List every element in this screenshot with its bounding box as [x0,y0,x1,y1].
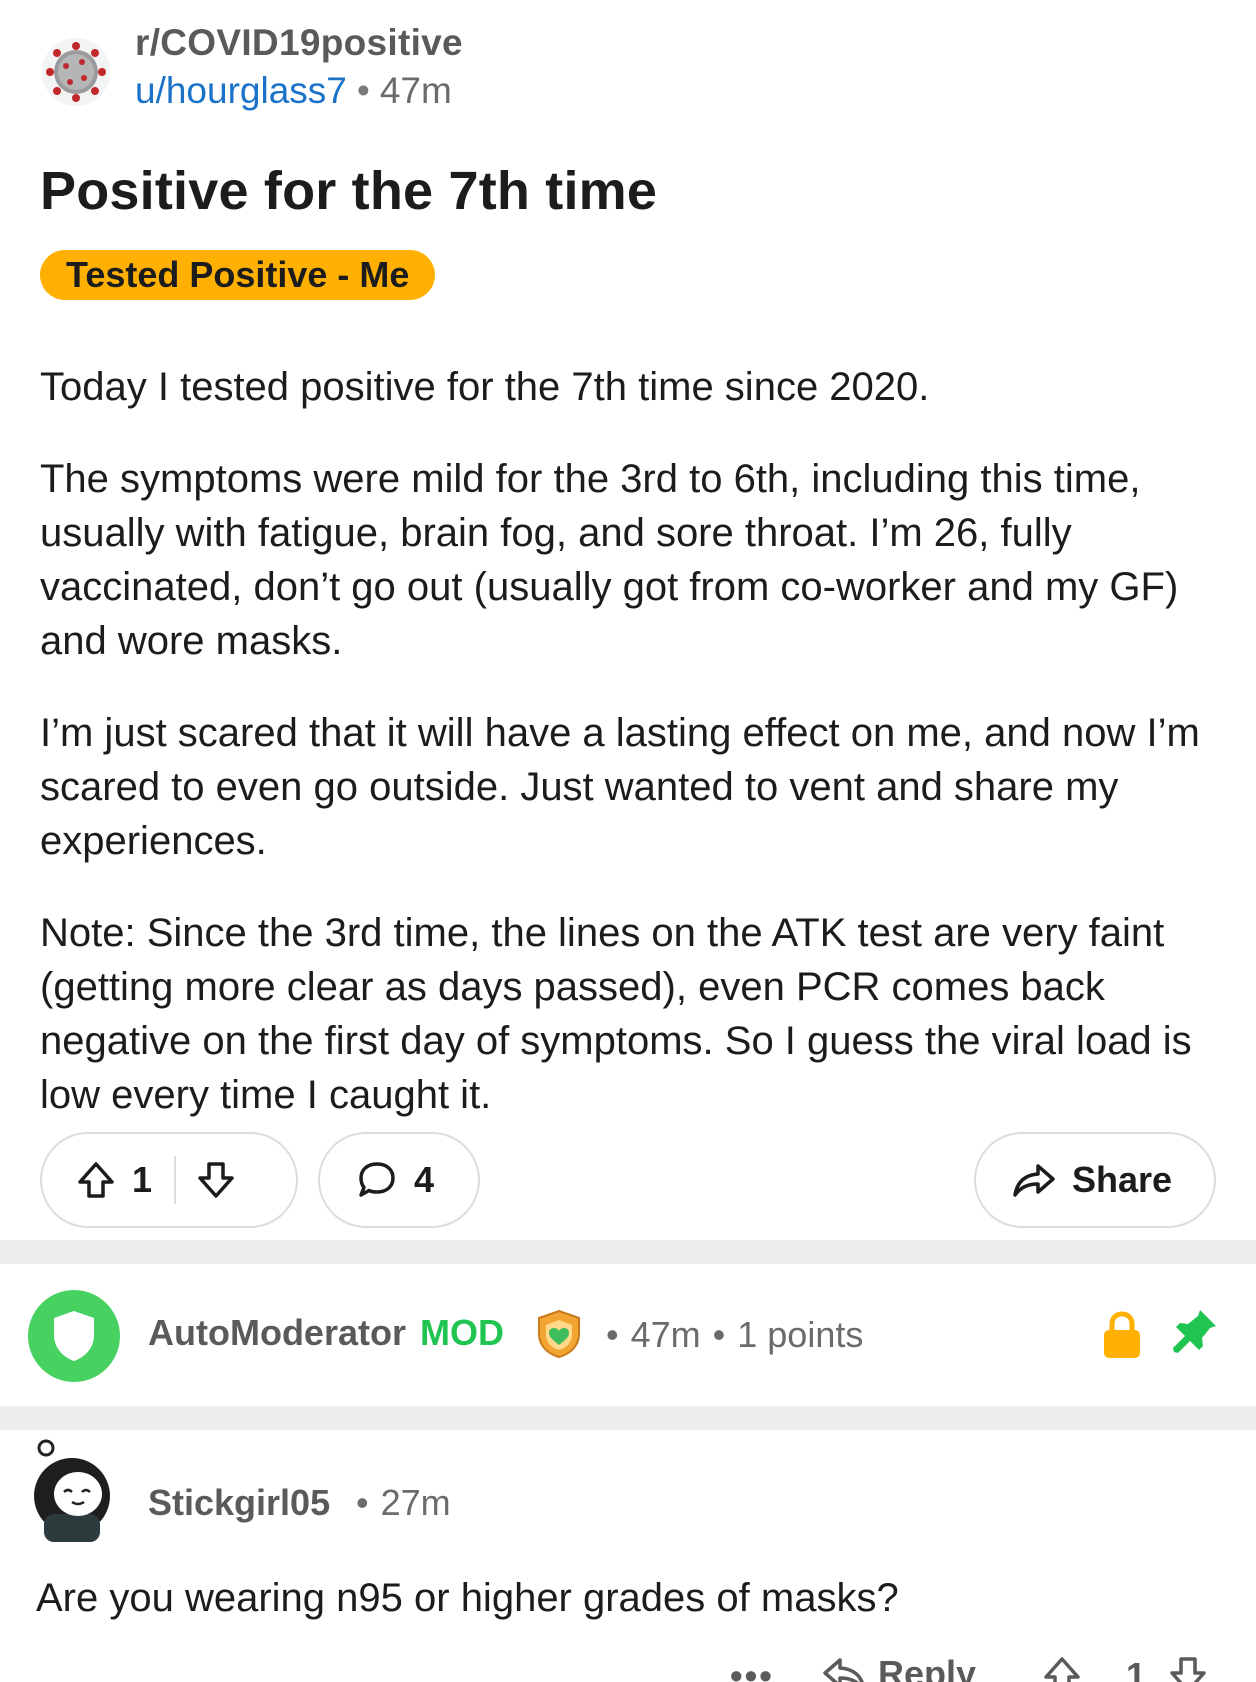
post-author[interactable]: u/hourglass7 [135,70,347,111]
comment-score: 1 [1126,1655,1147,1682]
comment-meta: • 27m [356,1482,451,1524]
vote-count: 1 [132,1159,153,1200]
shield-icon [54,1311,94,1361]
comment-text: Are you wearing n95 or higher grades of … [36,1576,899,1620]
vote-separator [174,1156,177,1204]
automod-avatar [28,1290,120,1382]
post-body: Today I tested positive for the 7th time… [40,360,1220,1160]
comment-bubble-icon [359,1162,395,1197]
section-divider [0,1406,1256,1430]
post-paragraph: I’m just scared that it will have a last… [40,711,1200,863]
comment-actions: ••• Reply 1 [0,1645,1256,1682]
mod-badge-icon [534,1308,584,1365]
automod-name-line: AutoModerator MOD [148,1312,504,1354]
more-options-button[interactable]: ••• [730,1655,774,1682]
mod-label: MOD [419,1312,504,1353]
meta-separator: • [606,1314,619,1355]
reply-label: Reply [878,1653,977,1682]
meta-separator: • [712,1314,726,1355]
automod-comment[interactable]: AutoModerator MOD • 47m • 1 points [0,1264,1256,1406]
post-flair[interactable]: Tested Positive - Me [40,250,436,300]
commenter-avatar[interactable] [26,1438,118,1542]
subreddit-avatar[interactable] [42,38,110,106]
post-age: 47m [379,70,452,111]
upvote-icon [1044,1657,1080,1682]
automod-points: 1 points [737,1314,864,1355]
comment-upvote-button[interactable] [1042,1655,1082,1682]
comment-age: 27m [380,1482,451,1523]
section-divider [0,1240,1256,1264]
post-paragraph: Today I tested positive for the 7th time… [40,365,930,409]
user-comment[interactable]: Stickgirl05 • 27m Are you wearing n95 or … [0,1430,1256,1682]
meta-separator: • [356,70,370,111]
comment-downvote-button[interactable] [1168,1655,1208,1682]
vote-bar: 1 [40,1132,298,1228]
upvote-button[interactable] [76,1160,116,1200]
downvote-icon [1170,1657,1206,1682]
reply-icon [823,1658,864,1682]
post-title: Positive for the 7th time [40,161,658,221]
automod-age: 47m [630,1314,701,1355]
pin-icon [1170,1306,1220,1361]
stickgirl-avatar-icon [34,1439,110,1542]
virus-icon [46,42,106,102]
post-paragraph: Note: Since the 3rd time, the lines on t… [40,911,1192,1117]
subreddit-name[interactable]: r/COVID19positive [135,22,463,64]
post-meta: u/hourglass7 • 47m [135,70,452,112]
comments-button[interactable]: 4 [318,1132,480,1228]
post-paragraph: The symptoms were mild for the 3rd to 6t… [40,457,1179,663]
share-label: Share [1072,1159,1173,1200]
automod-meta: • 47m • 1 points [594,1314,863,1356]
automod-name[interactable]: AutoModerator [148,1312,406,1353]
comment-count: 4 [414,1159,435,1200]
upvote-icon [78,1162,114,1198]
post-card: r/COVID19positive u/hourglass7 • 47m Posit… [0,0,1256,1240]
reply-button[interactable]: Reply [822,1653,976,1682]
commenter-name[interactable]: Stickgirl05 [148,1482,330,1524]
downvote-icon [198,1162,234,1198]
meta-separator: • [356,1482,369,1523]
downvote-button[interactable] [196,1160,236,1200]
share-button[interactable]: Share [974,1132,1216,1228]
share-icon [1013,1164,1055,1197]
lock-icon [1100,1310,1144,1365]
